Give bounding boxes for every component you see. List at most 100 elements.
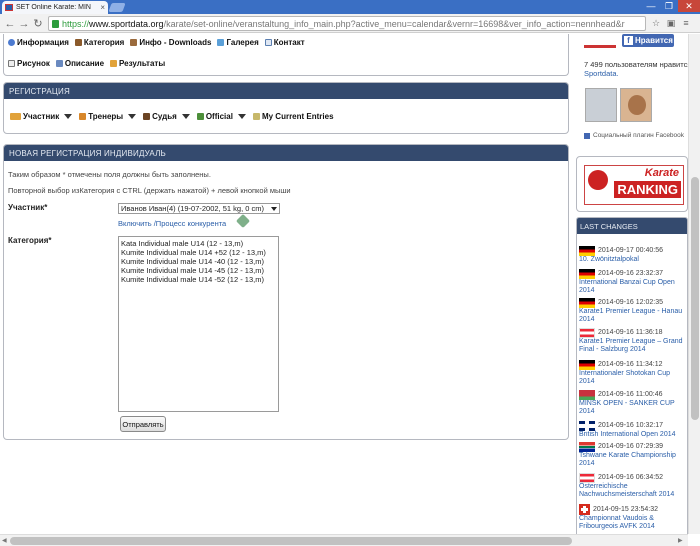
browser-tab[interactable]: SET Online Karate: MIN × (2, 1, 108, 14)
participant-selected-value: Иванов Иван(4) (19-07-2002, 51 kg, 0 cm) (121, 204, 264, 213)
vertical-scroll-thumb[interactable] (691, 177, 699, 420)
list-item[interactable]: 2014-09-15 23:54:32 Championnat Vaudois … (579, 504, 687, 531)
change-timestamp: 2014-09-16 11:36:18 (598, 329, 663, 336)
page-content: Информация Категория Инфо - Downloads Га… (0, 34, 688, 534)
menu-description[interactable]: Описание (55, 59, 105, 68)
scroll-right-icon[interactable]: ▶ (678, 537, 683, 544)
new-tab-button[interactable] (108, 3, 126, 12)
change-event-name[interactable]: Championnat Vaudois & Fribourgeois AVFK … (579, 515, 687, 531)
menu-downloads[interactable]: Инфо - Downloads (130, 38, 211, 47)
list-item[interactable]: 2014-09-16 23:32:37 International Banzai… (579, 269, 687, 295)
minimize-button[interactable]: — (642, 0, 660, 12)
menu-official-label: Official (205, 112, 233, 121)
list-item[interactable]: 2014-09-16 11:36:18 Karate1 Premier Leag… (579, 328, 687, 354)
url-host: www.sportdata.org (89, 18, 164, 29)
horizontal-scroll-thumb[interactable] (10, 537, 572, 545)
vertical-scrollbar[interactable] (688, 34, 700, 534)
menu-category[interactable]: Категория (74, 38, 124, 47)
list-item[interactable]: 2014-09-16 12:02:35 Karate1 Premier Leag… (579, 298, 687, 324)
category-option[interactable]: Kumite Individual male U14 -45 (12 - 13,… (121, 266, 276, 275)
list-item[interactable]: 2014-09-16 07:29:39 Tshwane Karate Champ… (579, 442, 687, 468)
change-timestamp: 2014-09-16 23:32:37 (598, 270, 663, 277)
new-registration-header: НОВАЯ РЕГИСТРАЦИЯ ИНДИВИДУАЛЬ (4, 145, 568, 161)
menu-icon[interactable]: ≡ (680, 17, 692, 29)
change-event-name[interactable]: Österreichische Nachwuchsmeisterschaft 2… (579, 483, 687, 499)
include-competitor-link[interactable]: Включить /Процесс конкурента (118, 219, 226, 228)
category-option[interactable]: Kumite Individual male U14 -52 (12 - 13,… (121, 275, 276, 284)
browser-tab-bar: SET Online Karate: MIN × — ❐ ✕ (0, 0, 700, 14)
tab-close-icon[interactable]: × (100, 3, 105, 12)
info-icon (8, 39, 15, 46)
change-event-name[interactable]: Karate1 Premier League – Grand Final - S… (579, 338, 687, 354)
change-event-name[interactable]: International Banzai Cup Open 2014 (579, 279, 687, 295)
menu-my-entries[interactable]: My Current Entries (252, 112, 334, 121)
change-timestamp: 2014-09-16 11:34:12 (598, 361, 663, 368)
participant-select[interactable]: Иванов Иван(4) (19-07-2002, 51 kg, 0 cm) (118, 203, 280, 214)
category-icon (74, 39, 82, 46)
avatar[interactable] (585, 88, 617, 122)
list-item[interactable]: 2014-09-16 10:32:17 British Internationa… (579, 421, 687, 439)
change-event-name[interactable]: Internationaler Shotokan Cup 2014 (579, 370, 687, 386)
facebook-like-button[interactable]: f Нравится (622, 34, 674, 47)
entries-icon (252, 113, 260, 120)
list-item[interactable]: 2014-09-17 00:40:56 10. Zwönitztalpokal (579, 246, 687, 264)
list-item[interactable]: 2014-09-16 06:34:52 Österreichische Nach… (579, 473, 687, 499)
reload-icon[interactable]: ↻ (31, 17, 45, 31)
austria-flag-icon (579, 328, 595, 338)
menu-results[interactable]: Результаты (110, 59, 165, 68)
change-event-name[interactable]: Karate1 Premier League - Hanau 2014 (579, 308, 687, 324)
menu-contact[interactable]: Контакт (264, 38, 305, 47)
scroll-left-icon[interactable]: ◀ (2, 537, 7, 544)
menu-description-label: Описание (64, 59, 105, 68)
karate-ranking-banner[interactable]: Karate RANKING (584, 165, 684, 205)
registration-menu: Участник Тренеры Судья Official My Curre… (10, 112, 334, 121)
change-event-name[interactable]: 10. Zwönitztalpokal (579, 256, 687, 264)
back-arrow-icon[interactable]: ← (3, 17, 17, 31)
official-icon (196, 113, 204, 120)
list-item[interactable]: 2014-09-16 11:34:12 Internationaler Shot… (579, 360, 687, 386)
menu-participant[interactable]: Участник (10, 112, 75, 121)
category-listbox[interactable]: Kata Individual male U14 (12 - 13,m) Kum… (118, 236, 279, 412)
download-icon (130, 39, 138, 46)
chevron-down-icon[interactable] (128, 114, 137, 119)
list-item[interactable]: 2014-09-16 11:00:46 MINSK OPEN - SANKER … (579, 390, 687, 416)
change-event-name[interactable]: British International Open 2014 (579, 431, 687, 439)
category-option[interactable]: Kata Individual male U14 (12 - 13,m) (121, 239, 276, 248)
menu-contact-label: Контакт (273, 38, 305, 47)
close-window-button[interactable]: ✕ (678, 0, 700, 12)
change-event-name[interactable]: MINSK OPEN - SANKER CUP 2014 (579, 400, 687, 416)
change-timestamp: 2014-09-16 07:29:39 (598, 443, 663, 450)
sportdata-banner[interactable] (584, 34, 616, 48)
gallery-icon (217, 39, 225, 46)
category-option[interactable]: Kumite Individual male U14 -40 (12 - 13,… (121, 257, 276, 266)
maximize-button[interactable]: ❐ (660, 0, 678, 12)
description-icon (55, 60, 63, 67)
category-option[interactable]: Kumite Individual male U14 +52 (12 - 13,… (121, 248, 276, 257)
forward-arrow-icon[interactable]: → (17, 17, 31, 31)
address-bar[interactable]: https:// www.sportdata.org /karate/set-o… (48, 16, 646, 31)
menu-information[interactable]: Информация (8, 38, 69, 47)
avatar[interactable] (620, 88, 652, 122)
menu-coaches[interactable]: Тренеры (79, 112, 139, 121)
change-timestamp: 2014-09-16 11:00:46 (598, 391, 663, 398)
chevron-down-icon[interactable] (237, 114, 246, 119)
event-menu-row-1: Информация Категория Инфо - Downloads Га… (8, 38, 305, 47)
required-fields-note: Таким образом * отмечены поля должны быт… (8, 170, 211, 179)
chevron-down-icon[interactable] (181, 114, 190, 119)
last-changes-header: LAST CHANGES (577, 218, 687, 234)
sportdata-link[interactable]: Sportdata. (584, 69, 619, 78)
change-event-name[interactable]: Tshwane Karate Championship 2014 (579, 452, 687, 468)
menu-gallery[interactable]: Галерея (217, 38, 259, 47)
facebook-icon (584, 132, 590, 139)
chevron-down-icon[interactable] (64, 114, 73, 119)
menu-official[interactable]: Official (196, 112, 249, 121)
bookmark-star-icon[interactable]: ☆ (650, 17, 662, 29)
germany-flag-icon (579, 246, 595, 256)
menu-judge[interactable]: Судья (143, 112, 193, 121)
extension-icon[interactable]: ▣ (665, 17, 677, 29)
menu-picture[interactable]: Рисунок (8, 59, 50, 68)
browser-toolbar: ← → ↻ https:// www.sportdata.org /karate… (0, 14, 700, 33)
submit-button[interactable]: Отправлять (120, 416, 166, 432)
menu-downloads-label: Инфо - Downloads (139, 38, 212, 47)
horizontal-scrollbar[interactable]: ◀ ▶ (0, 534, 688, 546)
